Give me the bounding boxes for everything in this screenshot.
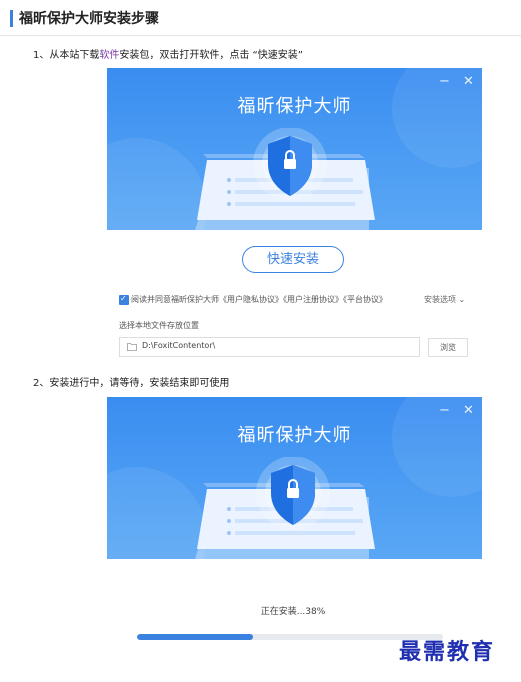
shield-document-illustration bbox=[195, 128, 375, 230]
minimize-button[interactable]: − bbox=[439, 404, 450, 417]
install-path-value: D:\FoxitContentor\ bbox=[142, 341, 216, 350]
install-progress-fill bbox=[137, 634, 254, 640]
install-options-dropdown[interactable]: 安装选项 ⌄ bbox=[424, 293, 465, 307]
agreement-text[interactable]: 阅读并同意福昕保护大师《用户隐私协议》《用户注册协议》《平台协议》 bbox=[131, 293, 387, 307]
step-1-prefix: 1、从本站下载 bbox=[33, 50, 100, 61]
shield-document-illustration bbox=[195, 457, 375, 559]
installer-banner-1: 福昕保护大师 − ✕ bbox=[107, 68, 482, 230]
close-button[interactable]: ✕ bbox=[463, 404, 474, 417]
install-status-text: 正在安装...38% bbox=[260, 607, 326, 617]
quick-install-button[interactable]: 快速安装 bbox=[242, 246, 344, 273]
install-options-label: 安装选项 bbox=[424, 295, 456, 304]
step-1-instruction: 1、从本站下载软件安装包，双击打开软件，点击 “快速安装” bbox=[33, 49, 303, 63]
browse-button[interactable]: 浏览 bbox=[428, 338, 468, 357]
folder-icon bbox=[127, 343, 137, 351]
chevron-down-icon: ⌄ bbox=[458, 295, 466, 304]
agree-checkbox[interactable] bbox=[119, 292, 129, 306]
watermark-logo: 最需教育 bbox=[399, 639, 496, 665]
software-link[interactable]: 软件 bbox=[99, 50, 119, 61]
page-title: 福昕保护大师安装步骤 bbox=[19, 11, 159, 27]
install-progress-bar bbox=[137, 634, 443, 640]
installer-banner-2: 福昕保护大师 − ✕ bbox=[107, 397, 482, 559]
page-header: 福昕保护大师安装步骤 bbox=[0, 0, 521, 36]
header-accent-bar bbox=[10, 10, 13, 27]
step-2-instruction: 2、安装进行中，请等待，安装结束即可使用 bbox=[33, 378, 230, 389]
close-button[interactable]: ✕ bbox=[463, 75, 474, 88]
agreement-row: 阅读并同意福昕保护大师《用户隐私协议》《用户注册协议》《平台协议》 安装选项 ⌄ bbox=[119, 292, 474, 307]
path-label: 选择本地文件存放位置 bbox=[119, 321, 199, 330]
install-path-field[interactable]: D:\FoxitContentor\ bbox=[119, 337, 420, 357]
step-1-suffix: 安装包，双击打开软件，点击 “快速安装” bbox=[119, 50, 303, 61]
minimize-button[interactable]: − bbox=[439, 75, 450, 88]
installer-app-title: 福昕保护大师 bbox=[237, 425, 352, 446]
installer-app-title: 福昕保护大师 bbox=[237, 96, 352, 117]
